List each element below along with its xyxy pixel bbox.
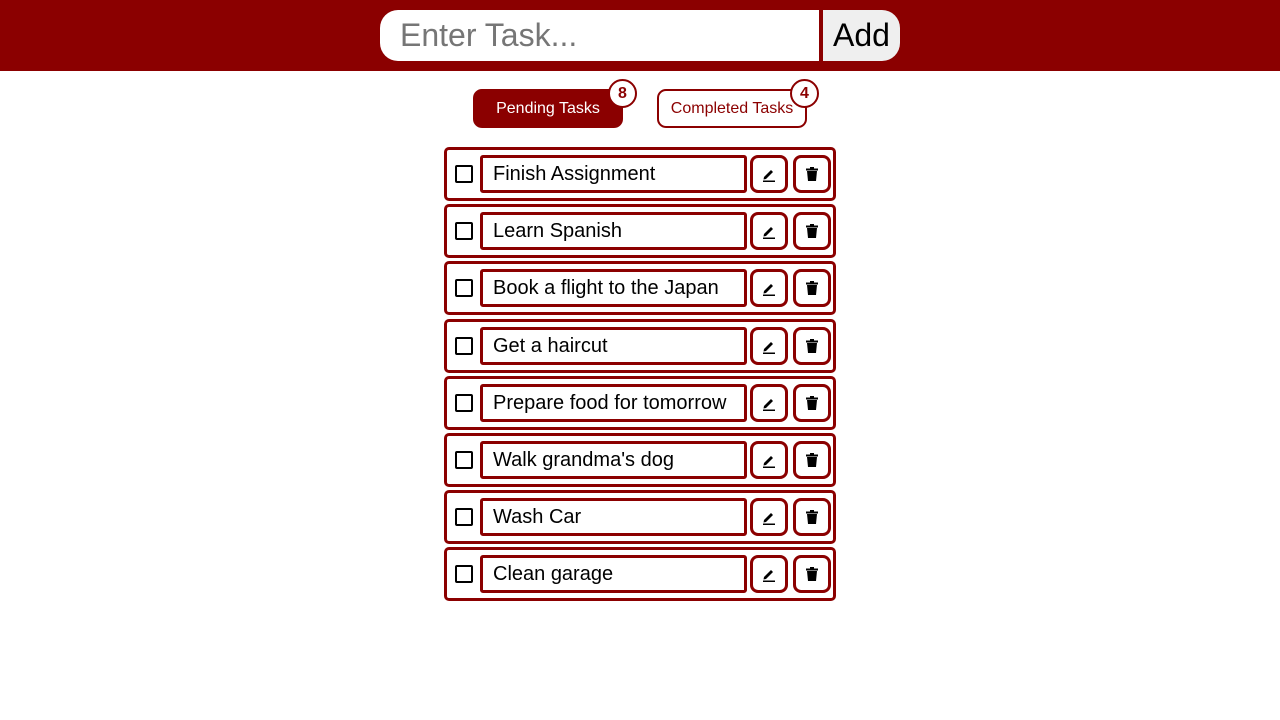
trash-icon: [806, 224, 818, 239]
task-text[interactable]: Walk grandma's dog: [480, 440, 747, 479]
task-text[interactable]: Finish Assignment: [480, 155, 747, 193]
delete-button[interactable]: [793, 269, 831, 308]
trash-icon: [806, 452, 818, 467]
task-text[interactable]: Get a haircut: [480, 326, 747, 365]
tab-completed-label: Completed Tasks: [670, 99, 794, 117]
trash-icon: [806, 338, 818, 353]
trash-icon: [806, 567, 818, 582]
task-checkbox[interactable]: [455, 508, 473, 527]
completed-count-badge: 4: [790, 79, 819, 108]
task-checkbox[interactable]: [455, 393, 473, 412]
edit-button[interactable]: [750, 155, 788, 193]
task-text[interactable]: Prepare food for tomorrow: [480, 383, 747, 422]
tab-pending-label: Pending Tasks: [496, 99, 600, 117]
tab-pending-tasks[interactable]: Pending Tasks: [473, 89, 623, 128]
task-checkbox[interactable]: [455, 279, 473, 298]
delete-button[interactable]: [793, 155, 831, 193]
delete-button[interactable]: [793, 383, 831, 422]
delete-button[interactable]: [793, 326, 831, 365]
delete-button[interactable]: [793, 440, 831, 479]
task-row: Prepare food for tomorrow: [444, 375, 836, 430]
task-row: Get a haircut: [444, 318, 836, 373]
task-row: Clean garage: [444, 547, 836, 602]
task-input[interactable]: [380, 10, 819, 61]
trash-icon: [806, 395, 818, 410]
task-checkbox[interactable]: [455, 165, 473, 183]
completed-count: 4: [800, 84, 809, 102]
pencil-icon: [762, 395, 776, 411]
task-text[interactable]: Clean garage: [480, 555, 747, 594]
pencil-icon: [762, 509, 776, 526]
pending-count: 8: [618, 84, 627, 102]
delete-button[interactable]: [793, 555, 831, 594]
edit-button[interactable]: [750, 269, 788, 308]
pencil-icon: [762, 280, 776, 297]
trash-icon: [806, 510, 818, 525]
edit-button[interactable]: [750, 326, 788, 365]
edit-button[interactable]: [750, 440, 788, 479]
edit-button[interactable]: [750, 383, 788, 422]
task-checkbox[interactable]: [455, 336, 473, 355]
pencil-icon: [762, 338, 776, 354]
edit-button[interactable]: [750, 555, 788, 594]
task-row: Book a flight to the Japan: [444, 261, 836, 316]
pencil-icon: [762, 452, 776, 468]
pencil-icon: [762, 566, 776, 583]
task-list: Finish Assignment Learn Spanish Book a fli…: [444, 147, 836, 605]
pencil-icon: [762, 223, 776, 240]
task-row: Finish Assignment: [444, 147, 836, 201]
task-row: Wash Car: [444, 490, 836, 545]
task-checkbox[interactable]: [455, 565, 473, 584]
task-row: Learn Spanish: [444, 204, 836, 259]
delete-button[interactable]: [793, 212, 831, 251]
edit-button[interactable]: [750, 498, 788, 537]
add-button[interactable]: Add: [823, 10, 900, 61]
task-text[interactable]: Wash Car: [480, 498, 747, 537]
trash-icon: [806, 167, 818, 181]
header-bar: Add: [0, 0, 1280, 71]
task-text[interactable]: Learn Spanish: [480, 212, 747, 251]
task-checkbox[interactable]: [455, 222, 473, 241]
delete-button[interactable]: [793, 498, 831, 537]
edit-button[interactable]: [750, 212, 788, 251]
trash-icon: [806, 281, 818, 296]
tab-completed-tasks[interactable]: Completed Tasks: [657, 89, 807, 128]
task-checkbox[interactable]: [455, 450, 473, 469]
task-text[interactable]: Book a flight to the Japan: [480, 269, 747, 308]
task-row: Walk grandma's dog: [444, 432, 836, 487]
pending-count-badge: 8: [608, 79, 637, 108]
pencil-icon: [762, 166, 776, 182]
